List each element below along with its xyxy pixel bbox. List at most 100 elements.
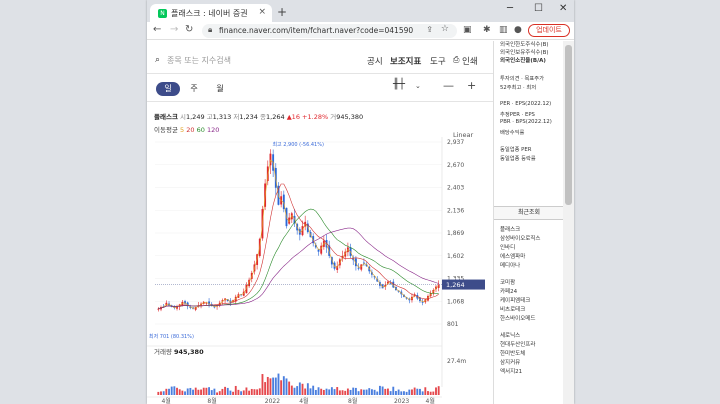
volume-bar <box>378 385 381 395</box>
recent-stock-link[interactable]: 한미반도체 <box>500 349 525 357</box>
candle-body <box>157 308 160 310</box>
volume-bar <box>250 388 253 395</box>
browser-toolbar: ← → ↻ 🔒︎ finance.naver.com/item/fchart.n… <box>147 22 574 40</box>
ma120-label: 120 <box>206 126 220 134</box>
tab-title: 플래스크 : 네이버 증권 <box>171 9 248 18</box>
recent-stock-link[interactable]: 에스엠파마 <box>500 252 525 260</box>
open-value: 1,249 <box>185 113 205 121</box>
forward-icon[interactable]: → <box>170 24 178 35</box>
new-tab-button[interactable]: + <box>277 5 287 19</box>
volume-bar <box>312 385 315 395</box>
recent-stock-link[interactable]: 인바디 <box>500 243 515 251</box>
volume-bar <box>397 389 400 395</box>
stock-search-input[interactable]: 종목 또는 지수검색 <box>167 55 231 66</box>
bookmark-star-icon[interactable]: ☆ <box>441 24 449 34</box>
volume-bar <box>333 389 336 395</box>
volume-tick-label: 27.4m <box>447 358 466 365</box>
volume-bar <box>387 388 389 395</box>
tab-close-icon[interactable]: × <box>258 7 266 17</box>
recent-stock-link[interactable]: 현대두산인프라 <box>500 340 535 348</box>
volume-value: 945,380 <box>174 348 204 356</box>
price-tick-label: 2,403 <box>447 185 464 192</box>
recent-stock-link[interactable]: 엑서지21 <box>500 367 522 375</box>
menu-tools[interactable]: 도구 <box>430 55 446 67</box>
volume-bar <box>368 388 371 395</box>
sidebar-industry-item: 동일업종 등락률 <box>500 156 536 162</box>
moving-average-legend[interactable]: 이동평균 5 20 60 120 <box>154 124 219 134</box>
volume-bar <box>392 386 395 395</box>
sidebar-invest-item: 52주최고 · 최저 <box>500 85 537 91</box>
scrollbar-thumb[interactable] <box>565 45 572 205</box>
volume-bar <box>264 382 267 395</box>
volume-bar <box>256 389 259 395</box>
extension-icon[interactable]: ▣ <box>463 25 472 35</box>
recent-stock-link[interactable]: 비츠로테크 <box>500 305 525 313</box>
recent-stock-link[interactable]: 카페24 <box>500 287 517 295</box>
high-marker-label: 최고 2,900 (-56.41%) <box>272 141 324 148</box>
profile-avatar-icon[interactable]: ● <box>514 25 522 35</box>
recent-stock-link[interactable]: 삼지커뮤 <box>500 358 520 366</box>
low-value: 1,234 <box>239 113 258 121</box>
time-tick-label: 2023 <box>394 398 409 404</box>
ohlc-legend: 플래스크 시1,249 고1,313 저1,234 종1,264 ▲16 +1.… <box>154 111 363 121</box>
price-chart[interactable]: 2,9372,6702,4032,1361,8691,6021,3351,068… <box>147 137 493 404</box>
page-scrollbar[interactable] <box>563 41 574 404</box>
time-tick-label: 8월 <box>207 397 216 404</box>
time-tick-label: 4월 <box>299 397 308 404</box>
recent-stock-link[interactable]: 코미팜 <box>500 278 515 286</box>
recent-views-header[interactable]: 최근조회 <box>494 206 564 220</box>
chart-page: ⌕ 종목 또는 지수검색 공시 보조지표 도구 ⎙ 인쇄 일 주 월 ╫┼ ⌄ … <box>147 41 493 404</box>
recent-stock-link[interactable]: 삼성바이오로직스 <box>500 234 540 242</box>
naver-favicon-icon: N <box>158 9 167 18</box>
menu-disclosure[interactable]: 공시 <box>367 55 383 67</box>
volume-bar <box>325 388 328 395</box>
menu-indicators[interactable]: 보조지표 <box>390 55 421 67</box>
maximize-icon[interactable]: ☐ <box>534 3 543 14</box>
period-week-tab[interactable]: 주 <box>182 82 206 96</box>
volume-bar <box>336 387 339 395</box>
volume-bar <box>253 389 256 395</box>
change-percent: +1.28% <box>302 113 329 121</box>
volume-bar <box>432 391 435 395</box>
recent-stock-link[interactable]: 플래스크 <box>500 225 520 233</box>
zoom-in-icon[interactable]: + <box>467 79 476 92</box>
volume-bar <box>189 387 192 395</box>
recent-stock-link[interactable]: 한스바이오메드 <box>500 314 535 322</box>
browser-tab[interactable]: N 플래스크 : 네이버 증권 × <box>150 4 272 22</box>
close-window-icon[interactable]: ✕ <box>559 3 567 14</box>
stock-info-sidebar: 외국인한도주식수(B) 외국인보유주식수(B) 외국인소진율(B/A) 투자의견 · … <box>493 41 564 404</box>
volume-bar <box>282 376 285 395</box>
high-value: 1,313 <box>212 113 232 121</box>
menu-print[interactable]: 인쇄 <box>462 55 478 67</box>
volume-bar <box>269 378 272 395</box>
sidepanel-icon[interactable]: ▥ <box>499 25 508 35</box>
volume-bar <box>320 388 323 395</box>
minimize-icon[interactable]: ─ <box>507 3 513 14</box>
sidebar-per-item: 추정PER · EPS <box>500 112 535 118</box>
volume-bar <box>304 388 307 395</box>
address-bar[interactable]: 🔒︎ finance.naver.com/item/fchart.naver?c… <box>202 24 457 38</box>
volume-bar <box>181 390 184 395</box>
tab-strip: N 플래스크 : 네이버 증권 × + ─ ☐ ✕ <box>147 0 574 22</box>
volume-bar <box>290 385 293 395</box>
sidebar-foreign-item: 외국인한도주식수(B) <box>500 42 549 48</box>
browser-window: N 플래스크 : 네이버 증권 × + ─ ☐ ✕ ← → ↻ 🔒︎ finan… <box>147 0 574 404</box>
recent-stock-link[interactable]: 세로닉스 <box>500 331 520 339</box>
sidebar-invest-item: 투자의견 · 목표주가 <box>500 76 545 82</box>
recent-stock-link[interactable]: 메디아나 <box>500 261 520 269</box>
time-tick-label: 4월 <box>426 397 435 404</box>
back-icon[interactable]: ← <box>153 24 161 35</box>
chart-type-candle-icon[interactable]: ╫┼ <box>393 79 405 90</box>
close-value: 1,264 <box>266 113 285 121</box>
volume-bar <box>272 377 275 395</box>
share-icon[interactable]: ⇪ <box>426 25 433 34</box>
chevron-down-icon[interactable]: ⌄ <box>415 82 421 90</box>
period-day-tab[interactable]: 일 <box>156 82 180 96</box>
zoom-out-icon[interactable]: — <box>443 79 454 92</box>
reload-icon[interactable]: ↻ <box>185 24 193 35</box>
print-icon[interactable]: ⎙ <box>453 55 459 65</box>
recent-stock-link[interactable]: 케이피엠테크 <box>500 296 530 304</box>
puzzle-icon[interactable]: ✱ <box>483 25 491 35</box>
period-month-tab[interactable]: 월 <box>208 82 232 96</box>
update-button[interactable]: 업데이트 <box>528 24 570 37</box>
